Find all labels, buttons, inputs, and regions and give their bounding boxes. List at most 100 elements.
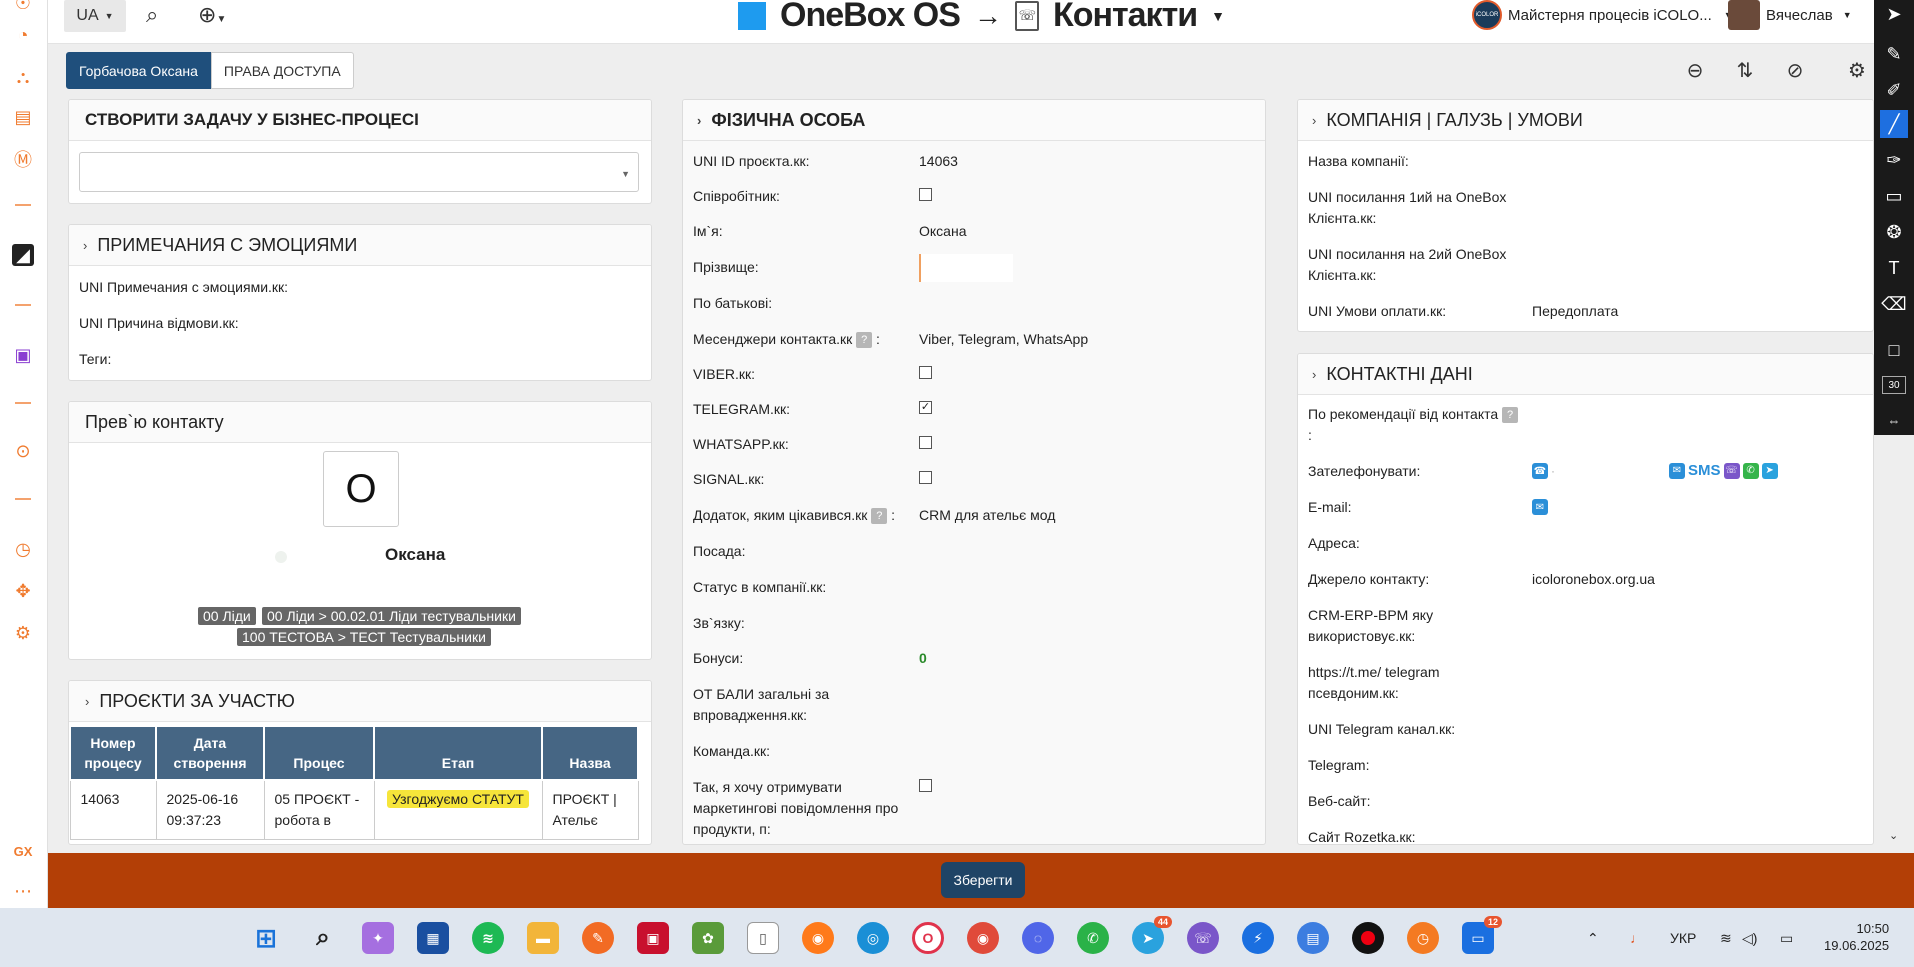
color-swatch-icon[interactable]: □ [1880, 336, 1908, 364]
whatsapp-icon[interactable]: ✆ [1077, 922, 1109, 954]
chrome-icon[interactable]: ◉ [967, 922, 999, 954]
help-icon[interactable]: ? [871, 508, 888, 525]
clock-app-icon[interactable]: ◷ [1407, 922, 1439, 954]
copilot-icon[interactable]: ✦ [362, 922, 394, 954]
column-header[interactable]: Назва [541, 725, 639, 781]
eraser-icon[interactable]: ⌫ [1880, 290, 1908, 318]
contact-avatar[interactable]: О [323, 451, 399, 527]
microphone-icon[interactable]: ♩ [1630, 930, 1644, 946]
column-header[interactable]: Номер процесу [69, 725, 157, 781]
volume-icon[interactable]: ◁) [1742, 930, 1757, 947]
wifi-icon[interactable]: ≋ [1720, 930, 1732, 947]
stage-badge[interactable]: Узгоджуємо СТАТУТ [387, 790, 529, 808]
column-header[interactable]: Етап [373, 725, 543, 781]
calendar-icon[interactable]: ▤ [12, 106, 34, 128]
puzzle-icon[interactable]: ✥ [12, 580, 34, 602]
workflow-icon[interactable]: ⛬ [12, 66, 34, 88]
hand-icon[interactable]: ☉ [12, 0, 34, 14]
folder-icon[interactable]: ▬ [527, 922, 559, 954]
collapse-icon[interactable]: ⇔ [1880, 410, 1908, 430]
panel-header[interactable]: › ПРОЄКТИ ЗА УЧАСТЮ [69, 681, 651, 722]
panel-header[interactable]: › КОМПАНІЯ | ГАЛУЗЬ | УМОВИ [1298, 100, 1873, 141]
telegram-icon[interactable]: ➤ 44 [1132, 916, 1172, 954]
open-external-icon[interactable]: ⊘ [1783, 58, 1807, 82]
dashboard-icon[interactable]: ◔ [12, 24, 34, 46]
scroll-down-icon[interactable]: ⌄ [1889, 829, 1898, 842]
sms-button[interactable]: SMS [1688, 462, 1721, 479]
image-editor-icon[interactable]: ✿ [692, 922, 724, 954]
cell-number[interactable]: 14063 [69, 779, 157, 840]
tag-badge[interactable]: 100 ТЕСТОВА > ТЕСТ Тестувальники [237, 628, 491, 646]
language-selector[interactable]: UA ▼ [64, 0, 126, 32]
save-button[interactable]: Зберегти [941, 862, 1025, 898]
whatsapp-checkbox[interactable] [919, 436, 932, 449]
tag-badge[interactable]: 00 Ліди [198, 607, 256, 625]
viber-checkbox[interactable] [919, 366, 932, 379]
keyboard-language[interactable]: УКР [1670, 930, 1696, 946]
viber-icon[interactable]: ☏ [1723, 462, 1740, 479]
surname-field[interactable] [919, 254, 1013, 282]
tab-record[interactable]: Горбачова Оксана [66, 52, 211, 89]
vpn-icon[interactable]: ▤ [1297, 922, 1329, 954]
opera-icon[interactable]: O [912, 922, 944, 954]
column-header[interactable]: Процес [263, 725, 375, 781]
table-row[interactable]: 14063 2025-06-16 09:37:23 05 ПРОЄКТ - ро… [69, 779, 639, 840]
text-icon[interactable]: T [1880, 254, 1908, 282]
minus-circle-icon[interactable]: ⊖ [1683, 58, 1707, 82]
chevron-down-icon[interactable]: ▼ [1211, 8, 1225, 24]
pen-icon[interactable]: ✎ [1880, 40, 1908, 68]
remote-desktop-icon[interactable]: ▭ 12 [1462, 916, 1502, 954]
size-value[interactable]: 30 [1882, 376, 1906, 394]
phone-icon[interactable]: ☎ [1532, 463, 1548, 479]
compare-icon[interactable]: ⇅ [1733, 58, 1757, 82]
store-icon[interactable]: ▦ [417, 922, 449, 954]
gx-icon[interactable]: GX [12, 840, 34, 862]
film-icon[interactable]: ▣ [637, 922, 669, 954]
edge-icon[interactable]: ◎ [857, 922, 889, 954]
panel-header[interactable]: › ФІЗИЧНА ОСОБА [683, 100, 1265, 141]
play-icon[interactable]: ⊙ [12, 440, 34, 462]
company-selector[interactable]: iCOLOR Майстерня процесів iCOLO... ▼ [1472, 0, 1733, 30]
telegram-checkbox[interactable]: ✓ [919, 401, 932, 414]
windows-start-icon[interactable]: ⊞ [250, 922, 282, 954]
twitch-icon[interactable]: ▣ [12, 344, 34, 366]
line-icon[interactable]: ╱ [1880, 110, 1908, 138]
brand-title[interactable]: OneBox OS [780, 0, 961, 35]
brush-icon[interactable]: ✑ [1880, 146, 1908, 174]
email-icon[interactable]: ✉ [1532, 499, 1548, 515]
cursor-icon[interactable]: ➤ [1880, 0, 1908, 28]
telegram-icon[interactable]: ➤ [1761, 462, 1778, 479]
clock-icon[interactable]: ◷ [12, 538, 34, 560]
chevron-up-icon[interactable]: ⌃ [1587, 930, 1599, 947]
marketing-checkbox[interactable] [919, 779, 932, 792]
shapes-icon[interactable]: ❂ [1880, 218, 1908, 246]
add-icon[interactable]: ⊕▼ [198, 2, 226, 28]
signal-checkbox[interactable] [919, 471, 932, 484]
battery-icon[interactable]: ▭ [1780, 930, 1793, 947]
column-header[interactable]: Дата створення [155, 725, 265, 781]
search-icon[interactable]: ⌕ [146, 2, 158, 28]
mail-icon[interactable]: Ⓜ [12, 148, 34, 170]
module-title[interactable]: Контакти [1053, 0, 1198, 35]
spotify-icon[interactable]: ≋ [472, 922, 504, 954]
field-value[interactable]: Оксана [919, 221, 966, 242]
help-icon[interactable]: ? [1502, 407, 1519, 424]
mail-icon[interactable]: ✉ [1669, 462, 1685, 479]
messenger-icon[interactable]: ⚡ [1242, 922, 1274, 954]
app-icon[interactable]: ◢ [12, 244, 34, 266]
marker-icon[interactable]: ✐ [1880, 76, 1908, 104]
tab-access-rights[interactable]: ПРАВА ДОСТУПА [210, 52, 354, 89]
more-icon[interactable]: ⋯ [12, 880, 34, 902]
system-clock[interactable]: 10:50 19.06.2025 [1824, 920, 1889, 954]
file-icon[interactable]: ▯ [747, 922, 779, 954]
settings-icon[interactable]: ⚙ [12, 622, 34, 644]
viber-icon[interactable]: ☏ [1187, 922, 1219, 954]
process-select[interactable]: ▼ [79, 152, 639, 192]
search-icon[interactable]: ⌕ [307, 922, 339, 954]
panel-header[interactable]: › КОНТАКТНІ ДАНІ [1298, 354, 1873, 395]
record-icon[interactable] [1352, 922, 1384, 954]
user-menu[interactable]: Вячеслав ▼ [1728, 0, 1852, 30]
pen-app-icon[interactable]: ✎ [582, 922, 614, 954]
tag-badge[interactable]: 00 Ліди > 00.02.01 Ліди тестувальники [262, 607, 521, 625]
cell-name[interactable]: ПРОЄКТ | Ательє [541, 779, 639, 840]
